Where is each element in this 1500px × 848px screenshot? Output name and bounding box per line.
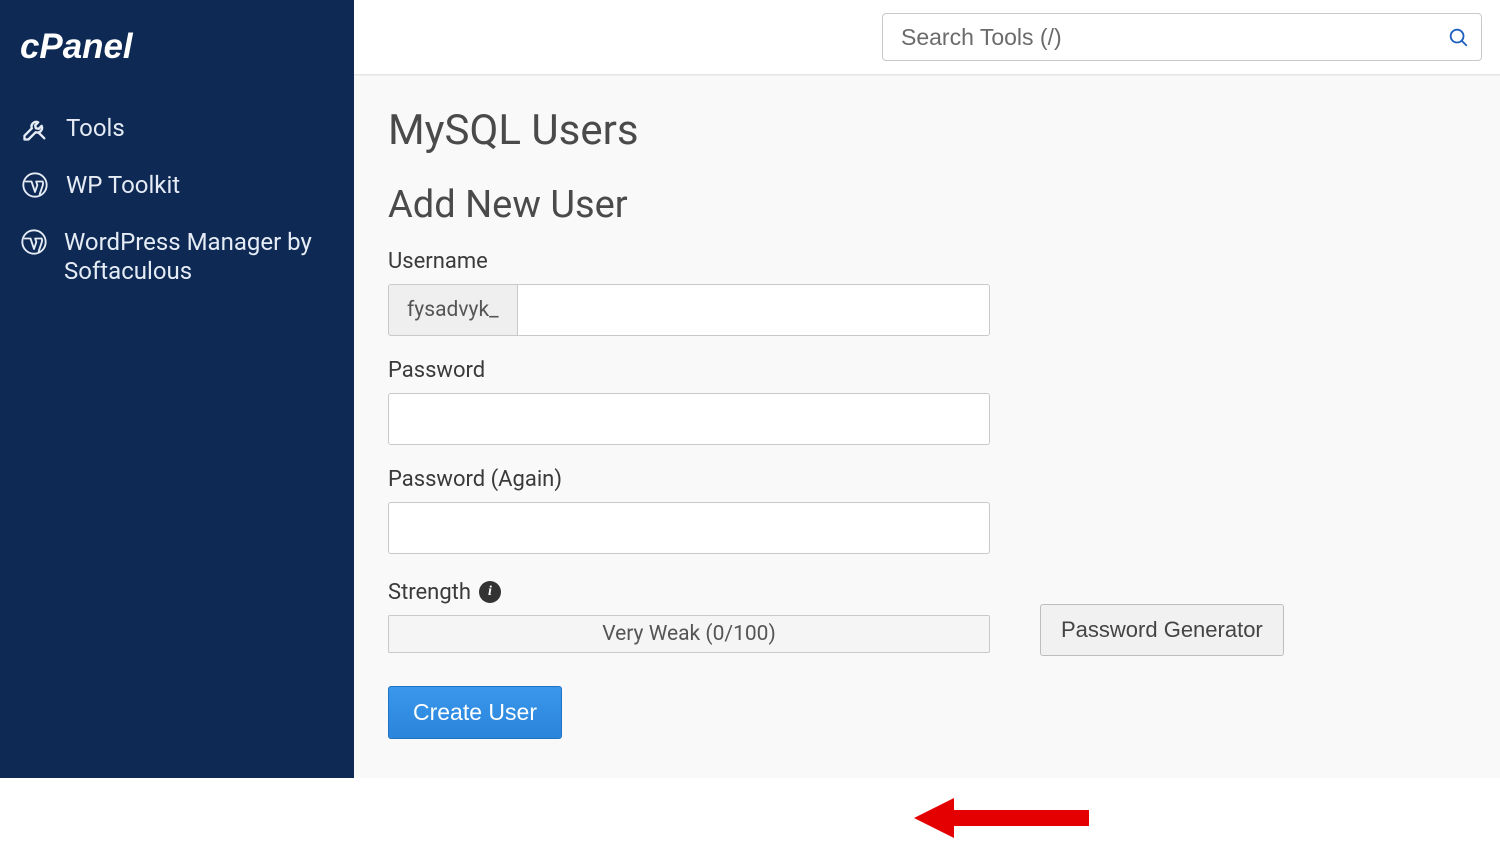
- search-icon[interactable]: [1447, 26, 1469, 48]
- username-label: Username: [388, 249, 1288, 274]
- sidebar-item-wordpress-manager[interactable]: WordPress Manager by Softaculous: [0, 214, 354, 300]
- username-input[interactable]: [517, 284, 990, 336]
- sidebar-item-label: Tools: [66, 114, 125, 143]
- username-prefix: fysadvyk_: [388, 284, 517, 336]
- strength-indicator: Very Weak (0/100): [388, 615, 990, 653]
- password-label: Password: [388, 358, 1288, 383]
- search-input[interactable]: [901, 24, 1447, 51]
- tools-icon: [20, 115, 50, 143]
- sidebar-item-tools[interactable]: Tools: [0, 100, 354, 157]
- password-input[interactable]: [388, 393, 990, 445]
- topbar: [354, 0, 1500, 75]
- info-icon[interactable]: i: [479, 581, 501, 603]
- sidebar-item-wp-toolkit[interactable]: WP Toolkit: [0, 157, 354, 214]
- wordpress-icon: [20, 228, 48, 256]
- field-password-again: Password (Again): [388, 467, 1288, 554]
- field-username: Username fysadvyk_: [388, 249, 1288, 336]
- page-title: MySQL Users: [388, 106, 1466, 155]
- brand-logo[interactable]: cPanel: [0, 20, 354, 100]
- sidebar-item-label: WordPress Manager by Softaculous: [64, 228, 334, 286]
- password-generator-button[interactable]: Password Generator: [1040, 604, 1284, 656]
- main: MySQL Users Add New User Username fysadv…: [354, 0, 1500, 778]
- content: MySQL Users Add New User Username fysadv…: [354, 75, 1500, 778]
- field-password: Password: [388, 358, 1288, 445]
- strength-label: Strength: [388, 580, 471, 605]
- annotation-arrow: [914, 788, 1089, 848]
- add-user-form: Username fysadvyk_ Password Password (Ag…: [388, 249, 1288, 739]
- wordpress-icon: [20, 171, 50, 199]
- sidebar-item-label: WP Toolkit: [66, 171, 180, 200]
- create-user-button[interactable]: Create User: [388, 686, 562, 739]
- search-box[interactable]: [882, 13, 1482, 61]
- section-title: Add New User: [388, 183, 1466, 227]
- sidebar: cPanel Tools WP Toolkit: [0, 0, 354, 778]
- svg-text:cPanel: cPanel: [20, 27, 134, 66]
- strength-row: Strength i Very Weak (0/100) Password Ge…: [388, 576, 1288, 656]
- password-again-input[interactable]: [388, 502, 990, 554]
- password-again-label: Password (Again): [388, 467, 1288, 492]
